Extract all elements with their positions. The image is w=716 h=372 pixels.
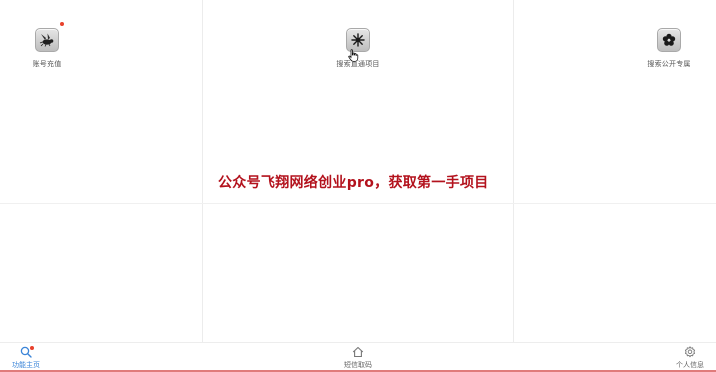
home-icon [352,346,364,358]
tab-personal-info[interactable]: 个人信息 [660,346,716,370]
notification-badge [60,22,64,26]
settings-icon [684,346,696,358]
tab-sms-code[interactable]: 短信取码 [328,346,388,370]
tab-label: 个人信息 [676,361,704,369]
grid-divider-vertical [202,0,203,342]
tab-function-home[interactable]: 功能主页 [0,346,56,370]
grid-divider-horizontal [0,203,716,204]
notification-badge [30,346,34,350]
watermark-text: 公众号飞翔网络创业pro，获取第一手项目 [218,175,489,191]
tab-label: 功能主页 [12,361,40,369]
tab-label: 短信取码 [344,361,372,369]
tile-label: 账号充值 [32,60,62,68]
hand-cursor-icon [348,47,359,66]
bottom-tab-bar: 功能主页 短信取码 个人信息 [0,342,716,372]
wasp-icon [35,28,59,52]
grid-divider-vertical [513,0,514,342]
flower-icon [657,28,681,52]
tile-search-public-exclusive[interactable]: 搜索公开专属 [629,28,709,69]
function-home-page: 账号充值 搜索直通项目 搜索公开专属 公众号飞翔网络创业pro，获取第一手项目 … [0,0,716,372]
tile-account-recharge[interactable]: 账号充值 [7,28,87,69]
tile-label: 搜索公开专属 [647,60,691,68]
